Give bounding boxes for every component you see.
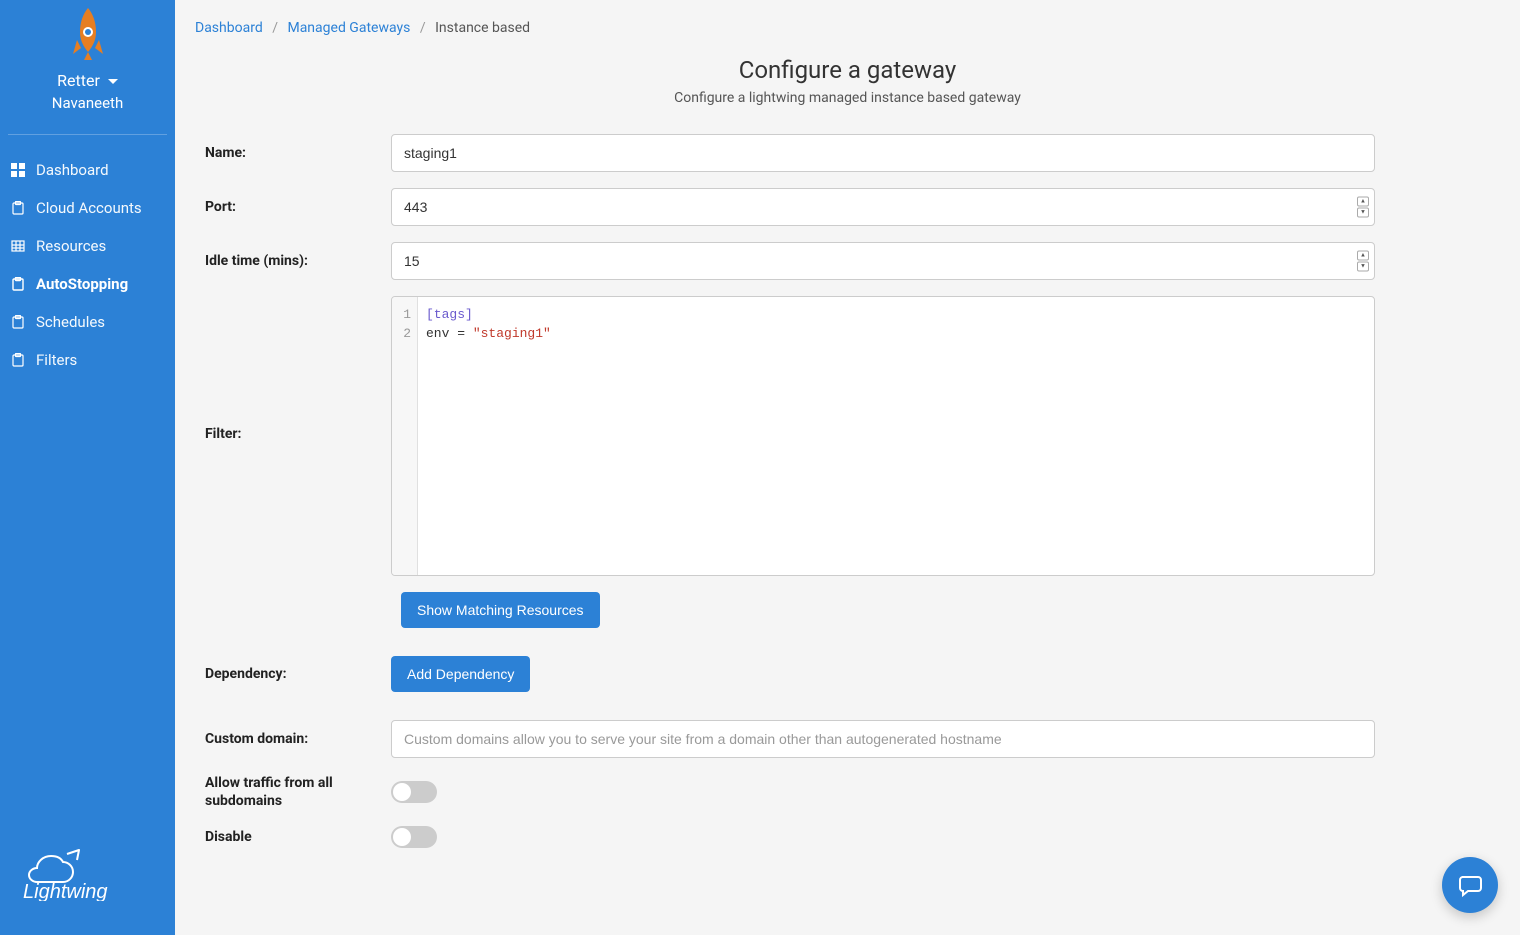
rocket-logo-icon — [69, 6, 107, 61]
sidebar-item-dashboard[interactable]: Dashboard — [0, 151, 175, 189]
name-input[interactable] — [391, 134, 1375, 172]
form-row-allow-subdomains: Allow traffic from all subdomains — [195, 774, 1375, 810]
code-tag: [tags] — [426, 307, 473, 322]
org-name: Retter — [57, 71, 100, 90]
custom-domain-label: Custom domain: — [195, 731, 391, 747]
chevron-down-icon — [108, 79, 118, 84]
name-label: Name: — [195, 145, 391, 161]
form-row-idle-time: Idle time (mins): ▲ ▼ — [195, 242, 1375, 280]
sidebar-item-label: AutoStopping — [36, 275, 128, 293]
sidebar-item-resources[interactable]: Resources — [0, 227, 175, 265]
page-subtitle: Configure a lightwing managed instance b… — [195, 90, 1500, 106]
table-icon — [10, 238, 26, 254]
clipboard-icon — [10, 352, 26, 368]
org-selector[interactable]: Retter — [0, 71, 175, 90]
number-spinner: ▲ ▼ — [1357, 197, 1369, 218]
sidebar-item-autostopping[interactable]: AutoStopping — [0, 265, 175, 303]
add-dependency-button[interactable]: Add Dependency — [391, 656, 530, 692]
chat-icon — [1456, 871, 1484, 899]
user-name: Navaneeth — [0, 94, 175, 112]
disable-label: Disable — [195, 829, 391, 845]
filter-code-editor[interactable]: 1 2 [tags] env = "staging1" — [391, 296, 1375, 576]
code-content: [tags] env = "staging1" — [418, 297, 1374, 575]
breadcrumb-separator: / — [272, 20, 278, 36]
main-content: Dashboard / Managed Gateways / Instance … — [175, 0, 1520, 935]
port-label: Port: — [195, 199, 391, 215]
clipboard-icon — [10, 200, 26, 216]
sidebar-nav: Dashboard Cloud Accounts Resources AutoS… — [0, 143, 175, 826]
sidebar-divider — [8, 134, 167, 135]
port-input[interactable] — [391, 188, 1375, 226]
sidebar-header: Retter Navaneeth — [0, 0, 175, 124]
disable-toggle[interactable] — [391, 826, 437, 848]
form-row-custom-domain: Custom domain: — [195, 720, 1375, 758]
allow-subdomains-toggle[interactable] — [391, 781, 437, 803]
filter-label: Filter: — [195, 296, 391, 442]
idle-time-label: Idle time (mins): — [195, 253, 391, 269]
spinner-down-button[interactable]: ▼ — [1357, 262, 1369, 272]
grid-icon — [10, 162, 26, 178]
sidebar-item-schedules[interactable]: Schedules — [0, 303, 175, 341]
breadcrumb-separator: / — [420, 20, 426, 36]
form-row-disable: Disable — [195, 826, 1375, 848]
sidebar-item-cloud-accounts[interactable]: Cloud Accounts — [0, 189, 175, 227]
sidebar-item-label: Dashboard — [36, 161, 109, 179]
dependency-label: Dependency: — [195, 666, 391, 682]
form-row-dependency: Dependency: Add Dependency — [195, 656, 1375, 692]
idle-time-input[interactable] — [391, 242, 1375, 280]
spinner-up-button[interactable]: ▲ — [1357, 251, 1369, 261]
sidebar-item-label: Cloud Accounts — [36, 199, 142, 217]
chat-widget-button[interactable] — [1442, 857, 1498, 913]
sidebar-item-label: Resources — [36, 237, 106, 255]
lightwing-logo-icon: Lightwing — [23, 846, 153, 901]
gateway-form: Name: Port: ▲ ▼ Idle time (mins): ▲ — [195, 134, 1375, 848]
show-matching-resources-button[interactable]: Show Matching Resources — [401, 592, 600, 628]
sidebar-item-label: Filters — [36, 351, 77, 369]
form-row-port: Port: ▲ ▼ — [195, 188, 1375, 226]
clipboard-icon — [10, 276, 26, 292]
breadcrumb-link-dashboard[interactable]: Dashboard — [195, 20, 263, 36]
show-matching-row: Show Matching Resources — [401, 592, 1375, 628]
breadcrumb-link-managed-gateways[interactable]: Managed Gateways — [287, 20, 410, 36]
page-title: Configure a gateway — [195, 56, 1500, 84]
breadcrumb-current: Instance based — [435, 20, 530, 36]
sidebar-item-filters[interactable]: Filters — [0, 341, 175, 379]
number-spinner: ▲ ▼ — [1357, 251, 1369, 272]
breadcrumb: Dashboard / Managed Gateways / Instance … — [195, 20, 1500, 36]
custom-domain-input[interactable] — [391, 720, 1375, 758]
code-key: env = — [426, 326, 473, 341]
code-gutter: 1 2 — [392, 297, 418, 575]
form-row-name: Name: — [195, 134, 1375, 172]
code-string: "staging1" — [473, 326, 551, 341]
page-header: Configure a gateway Configure a lightwin… — [195, 56, 1500, 106]
spinner-up-button[interactable]: ▲ — [1357, 197, 1369, 207]
svg-text:Lightwing: Lightwing — [23, 881, 108, 901]
form-row-filter: Filter: 1 2 [tags] env = "staging1" — [195, 296, 1375, 576]
clipboard-icon — [10, 314, 26, 330]
allow-subdomains-label: Allow traffic from all subdomains — [195, 774, 391, 810]
sidebar-footer: Lightwing — [0, 826, 175, 935]
spinner-down-button[interactable]: ▼ — [1357, 208, 1369, 218]
sidebar: Retter Navaneeth Dashboard Cloud Account… — [0, 0, 175, 935]
sidebar-item-label: Schedules — [36, 313, 105, 331]
